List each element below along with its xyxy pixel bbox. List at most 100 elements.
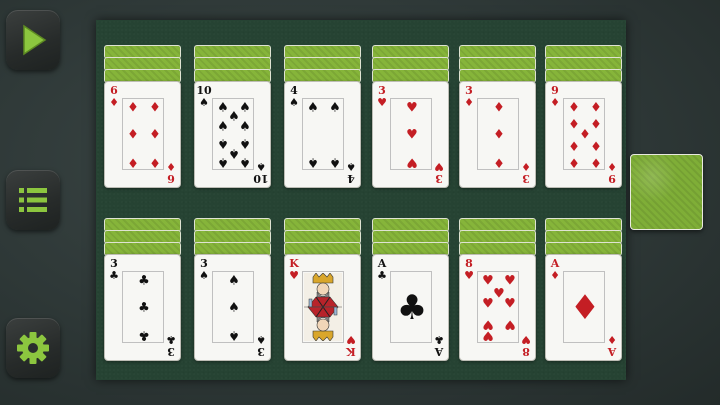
face-up-card[interactable]: A ♦ A ♦ ♦ [545,254,622,361]
hearts-icon: ♥ [289,269,299,282]
hearts-icon: ♥ [482,273,494,289]
face-up-card[interactable]: 3 ♥ 3 ♥ ♥ ♥ ♥ [372,81,449,188]
face-up-card[interactable]: 8 ♥ 8 ♥ ♥ ♥ ♥ ♥ ♥ ♥ ♥ ♥ [459,254,536,361]
diamonds-icon: ♦ [493,154,505,170]
diamonds-icon: ♦ [127,100,139,116]
diamonds-icon: ♦ [590,100,602,116]
card-rank: 10 [253,172,269,185]
card-rank: 3 [110,257,118,270]
face-up-card[interactable]: K ♥ K ♥ [284,254,361,361]
card-corner-index: A ♣ [375,258,389,281]
card-rank: A [377,257,387,270]
diamonds-icon: ♦ [149,100,161,116]
card-corner-index: 3 ♣ [107,258,121,281]
tableau-pile[interactable]: 8 ♥ 8 ♥ ♥ ♥ ♥ ♥ ♥ ♥ ♥ ♥ [459,218,536,361]
card-rank: 3 [167,345,175,358]
face-up-card[interactable]: 3 ♠ 3 ♠ ♠ ♠ ♠ [194,254,271,361]
card-rank: 3 [435,172,443,185]
clubs-icon: ♣ [434,333,444,346]
card-corner-index: A ♦ [605,333,619,358]
menu-button[interactable] [6,170,60,230]
hearts-icon: ♥ [434,160,444,173]
face-up-card[interactable]: 3 ♣ 3 ♣ ♣ ♣ ♣ [104,254,181,361]
card-rank: 6 [110,84,118,97]
settings-button[interactable] [6,318,60,378]
hearts-icon: ♥ [406,127,418,143]
tableau-pile[interactable]: 4 ♠ 4 ♠ ♠ ♠ ♠ ♠ [284,45,361,188]
tableau-pile[interactable]: 10 ♠ 10 ♠ ♠ ♠ ♠ ♠ ♠ ♠ ♠ ♠ ♠ ♠ [194,45,271,188]
diamonds-icon: ♦ [149,127,161,143]
card-pip-area: ♠ ♠ ♠ ♠ ♠ ♠ ♠ ♠ ♠ ♠ [212,98,254,170]
card-rank: 9 [608,172,616,185]
tableau-pile[interactable]: 6 ♦ 6 ♦ ♦ ♦ ♦ ♦ ♦ ♦ [104,45,181,188]
tableau-pile[interactable]: A ♣ A ♣ ♣ [372,218,449,361]
spades-icon: ♠ [228,300,240,316]
card-rank: 8 [465,257,473,270]
clubs-icon: ♣ [138,273,150,289]
diamonds-icon: ♦ [127,154,139,170]
face-up-card[interactable]: 6 ♦ 6 ♦ ♦ ♦ ♦ ♦ ♦ ♦ [104,81,181,188]
diamonds-icon: ♦ [568,100,580,116]
spades-icon: ♠ [239,100,251,116]
spades-icon: ♠ [256,160,266,173]
spades-icon: ♠ [199,96,209,109]
card-rank: A [434,345,444,358]
card-pip-area: ♣ [390,271,432,343]
card-corner-index: A ♣ [432,333,446,358]
tableau-pile[interactable]: A ♦ A ♦ ♦ [545,218,622,361]
diamonds-icon: ♦ [550,269,560,282]
hearts-icon: ♥ [377,96,387,109]
card-corner-index: 3 ♦ [462,85,476,108]
spades-icon: ♠ [217,119,229,135]
card-rank: K [346,345,356,358]
card-corner-index: 3 ♥ [432,160,446,185]
gear-icon [17,332,49,364]
face-up-card[interactable]: 9 ♦ 9 ♦ ♦ ♦ ♦ ♦ ♦ ♦ ♦ ♦ ♦ [545,81,622,188]
clubs-icon: ♣ [109,269,119,282]
play-button[interactable] [6,10,60,70]
diamonds-icon: ♦ [590,137,602,153]
card-rank: 3 [522,172,530,185]
tableau-pile[interactable]: 3 ♦ 3 ♦ ♦ ♦ ♦ [459,45,536,188]
spades-icon: ♠ [199,269,209,282]
tableau-pile[interactable]: K ♥ K ♥ [284,218,361,361]
spades-icon: ♠ [329,154,341,170]
face-up-card[interactable]: 10 ♠ 10 ♠ ♠ ♠ ♠ ♠ ♠ ♠ ♠ ♠ ♠ ♠ [194,81,271,188]
hearts-icon: ♥ [504,296,516,312]
tableau-pile[interactable]: 3 ♣ 3 ♣ ♣ ♣ ♣ [104,218,181,361]
face-up-card[interactable]: A ♣ A ♣ ♣ [372,254,449,361]
clubs-icon: ♣ [138,300,150,316]
card-corner-index: 4 ♠ [287,85,301,108]
card-corner-index: 3 ♦ [519,160,533,185]
spades-icon: ♠ [239,154,251,170]
card-pip-area: ♥ ♥ ♥ ♥ ♥ ♥ ♥ ♥ [477,271,519,343]
clubs-icon: ♣ [396,288,428,328]
diamonds-icon: ♦ [166,160,176,173]
spades-icon: ♠ [307,100,319,116]
card-corner-index: 10 ♠ [253,160,269,185]
tableau-pile[interactable]: 9 ♦ 9 ♦ ♦ ♦ ♦ ♦ ♦ ♦ ♦ ♦ ♦ [545,45,622,188]
card-corner-index: 3 ♠ [254,333,268,358]
diamonds-icon: ♦ [568,117,580,133]
card-pip-area: ♦ ♦ ♦ [477,98,519,170]
face-up-card[interactable]: 3 ♦ 3 ♦ ♦ ♦ ♦ [459,81,536,188]
spades-icon: ♠ [329,100,341,116]
card-pip-area: ♦ [563,271,605,343]
tableau-pile[interactable]: 3 ♠ 3 ♠ ♠ ♠ ♠ [194,218,271,361]
card-corner-index: 9 ♦ [548,85,562,108]
stock-pile[interactable] [630,154,703,230]
diamonds-icon: ♦ [550,96,560,109]
card-rank: 3 [378,84,386,97]
card-pip-area: ♠ ♠ ♠ ♠ [302,98,344,170]
tableau-pile[interactable]: 3 ♥ 3 ♥ ♥ ♥ ♥ [372,45,449,188]
diamonds-icon: ♦ [149,154,161,170]
face-up-card[interactable]: 4 ♠ 4 ♠ ♠ ♠ ♠ ♠ [284,81,361,188]
spades-icon: ♠ [228,327,240,343]
diamonds-icon: ♦ [569,288,601,328]
card-corner-index: 3 ♣ [164,333,178,358]
diamonds-icon: ♦ [607,333,617,346]
card-pip-area [302,271,344,343]
card-rank: 4 [290,84,298,97]
card-rank: A [607,345,617,358]
spades-icon: ♠ [228,109,240,125]
